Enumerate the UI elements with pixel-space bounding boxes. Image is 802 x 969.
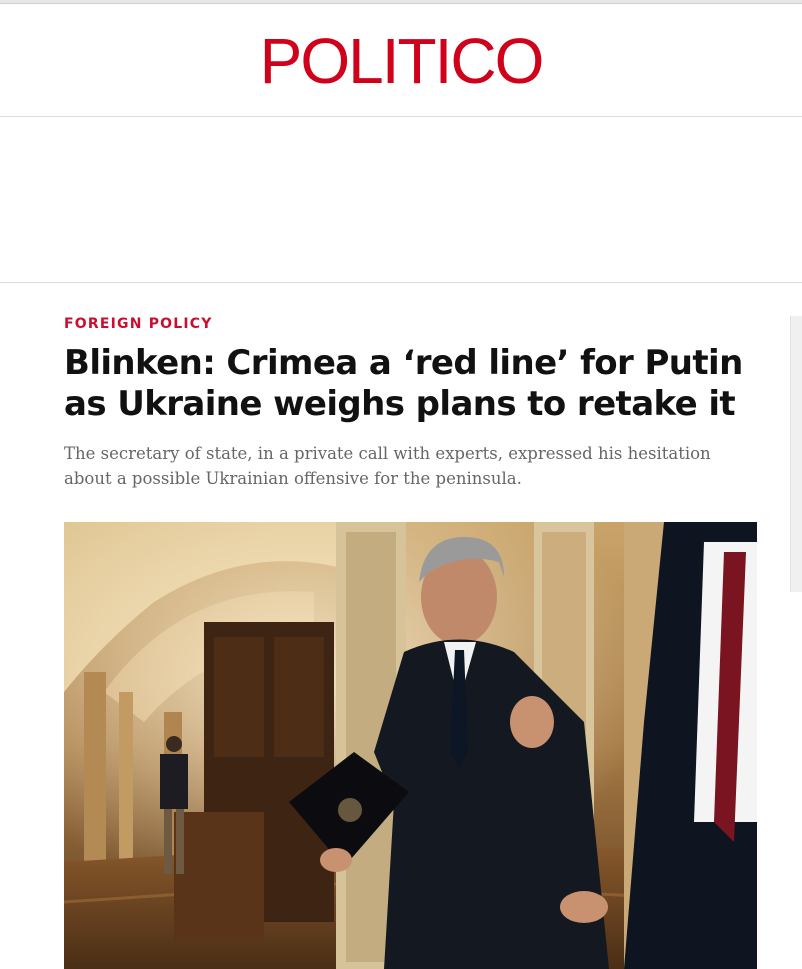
- lead-image-illustration: [64, 522, 757, 969]
- article-headline: Blinken: Crimea a ‘red line’ for Putin a…: [64, 343, 743, 424]
- masthead: POLITICO: [0, 4, 802, 117]
- article-dek: The secretary of state, in a private cal…: [64, 444, 711, 488]
- politico-logo[interactable]: POLITICO: [0, 26, 802, 96]
- ad-slot: [0, 117, 802, 283]
- section-kicker[interactable]: FOREIGN POLICY: [64, 316, 213, 332]
- scrollbar[interactable]: [790, 316, 802, 592]
- lead-image: [64, 522, 757, 969]
